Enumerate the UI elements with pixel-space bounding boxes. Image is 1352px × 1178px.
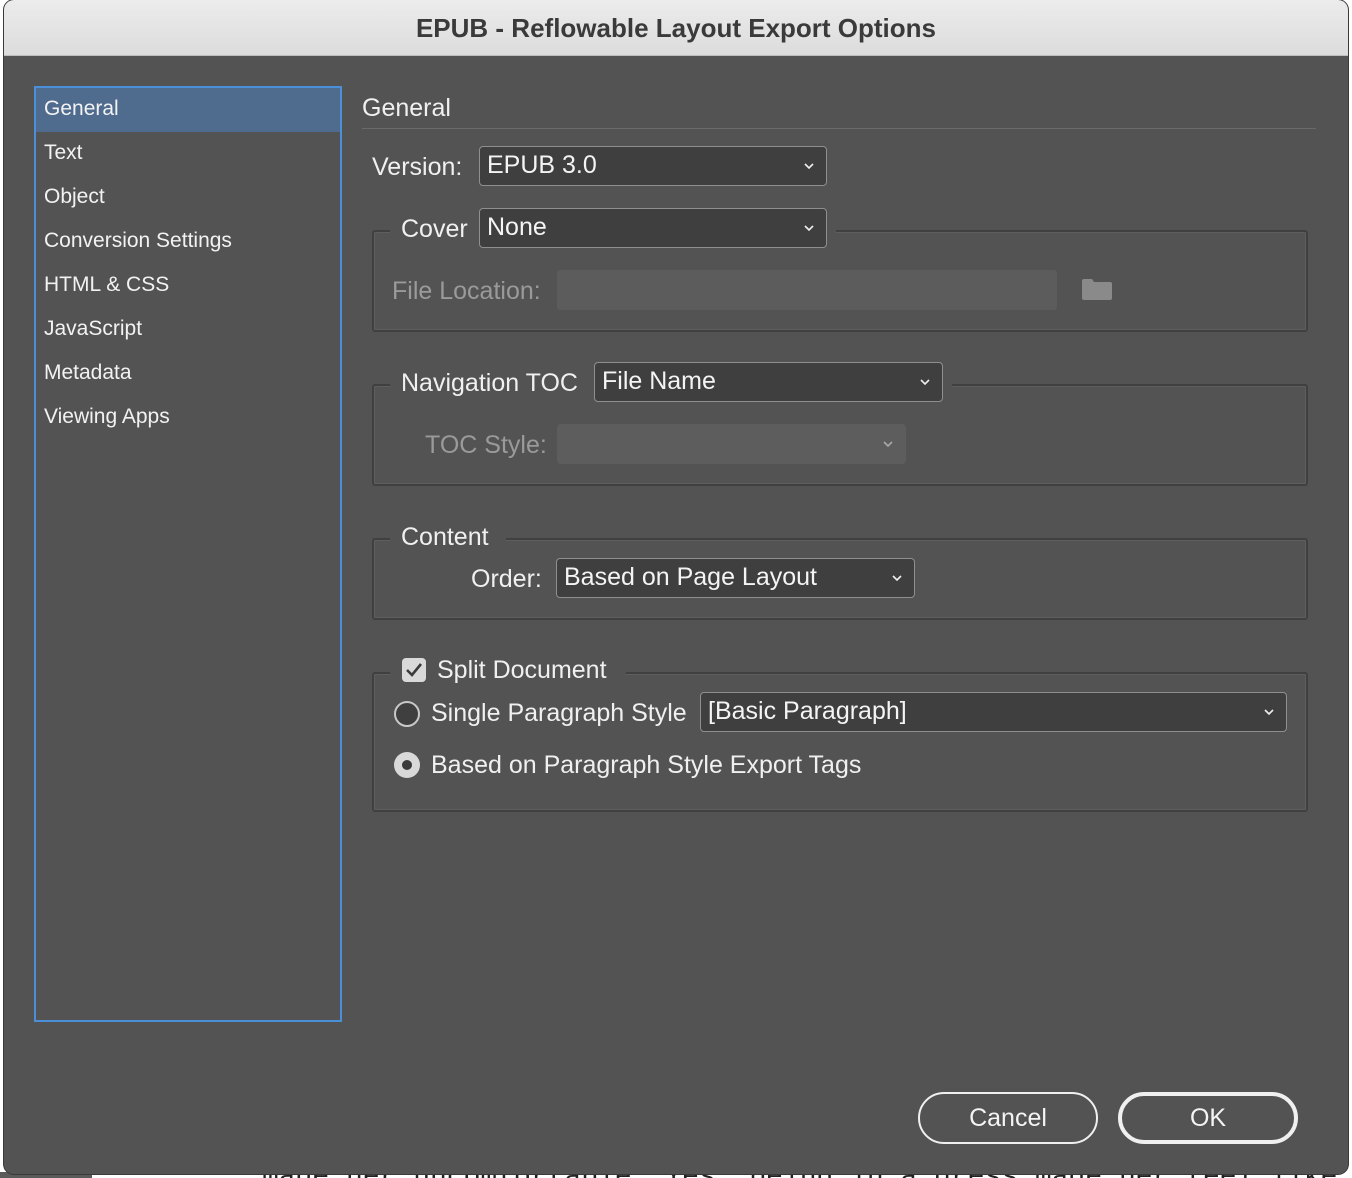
section-title: General bbox=[362, 94, 451, 122]
sidebar-item-html-css[interactable]: HTML & CSS bbox=[36, 264, 340, 308]
sidebar-item-general[interactable]: General bbox=[36, 88, 340, 132]
content-label: Content bbox=[401, 523, 489, 551]
cancel-button[interactable]: Cancel bbox=[918, 1092, 1098, 1144]
version-select[interactable]: EPUB 3.0 bbox=[479, 146, 827, 186]
paragraph-style-select[interactable]: [Basic Paragraph] bbox=[700, 692, 1287, 732]
navigation-toc-label: Navigation TOC bbox=[401, 369, 578, 397]
single-paragraph-style-radio[interactable] bbox=[394, 701, 420, 727]
section-divider bbox=[362, 128, 1316, 129]
folder-icon bbox=[1082, 279, 1112, 300]
checkmark-icon bbox=[406, 663, 423, 677]
sidebar-item-object[interactable]: Object bbox=[36, 176, 340, 220]
sidebar-item-text[interactable]: Text bbox=[36, 132, 340, 176]
chevron-down-icon bbox=[1264, 709, 1274, 716]
split-document-checkbox[interactable] bbox=[402, 658, 426, 682]
cover-select[interactable]: None bbox=[479, 208, 827, 248]
export-tags-radio[interactable] bbox=[394, 752, 420, 778]
file-location-field bbox=[557, 270, 1057, 310]
chevron-down-icon bbox=[883, 441, 893, 448]
chevron-down-icon bbox=[920, 379, 930, 386]
dialog-title: EPUB - Reflowable Layout Export Options bbox=[4, 0, 1348, 56]
sidebar-item-metadata[interactable]: Metadata bbox=[36, 352, 340, 396]
cover-label: Cover bbox=[401, 215, 468, 243]
toc-style-select bbox=[557, 424, 906, 464]
ok-button[interactable]: OK bbox=[1118, 1092, 1298, 1144]
single-paragraph-style-label[interactable]: Single Paragraph Style bbox=[431, 699, 687, 728]
version-label: Version: bbox=[372, 153, 463, 181]
export-tags-label[interactable]: Based on Paragraph Style Export Tags bbox=[431, 751, 861, 780]
toc-style-label: TOC Style: bbox=[425, 431, 547, 459]
chevron-down-icon bbox=[804, 163, 814, 170]
order-label: Order: bbox=[471, 565, 542, 593]
chevron-down-icon bbox=[804, 225, 814, 232]
category-sidebar: General Text Object Conversion Settings … bbox=[34, 86, 342, 1022]
chevron-down-icon bbox=[892, 575, 902, 582]
cover-select-value: None bbox=[487, 213, 547, 241]
sidebar-item-viewing-apps[interactable]: Viewing Apps bbox=[36, 396, 340, 440]
sidebar-item-javascript[interactable]: JavaScript bbox=[36, 308, 340, 352]
navigation-toc-value: File Name bbox=[602, 367, 716, 395]
navigation-toc-select[interactable]: File Name bbox=[594, 362, 943, 402]
split-document-label[interactable]: Split Document bbox=[437, 656, 607, 685]
export-options-dialog: EPUB - Reflowable Layout Export Options … bbox=[4, 0, 1348, 1174]
file-location-label: File Location: bbox=[392, 277, 541, 305]
paragraph-style-value: [Basic Paragraph] bbox=[708, 697, 907, 725]
order-select[interactable]: Based on Page Layout bbox=[556, 558, 915, 598]
sidebar-item-conversion-settings[interactable]: Conversion Settings bbox=[36, 220, 340, 264]
version-select-value: EPUB 3.0 bbox=[487, 151, 597, 179]
order-select-value: Based on Page Layout bbox=[564, 563, 817, 591]
